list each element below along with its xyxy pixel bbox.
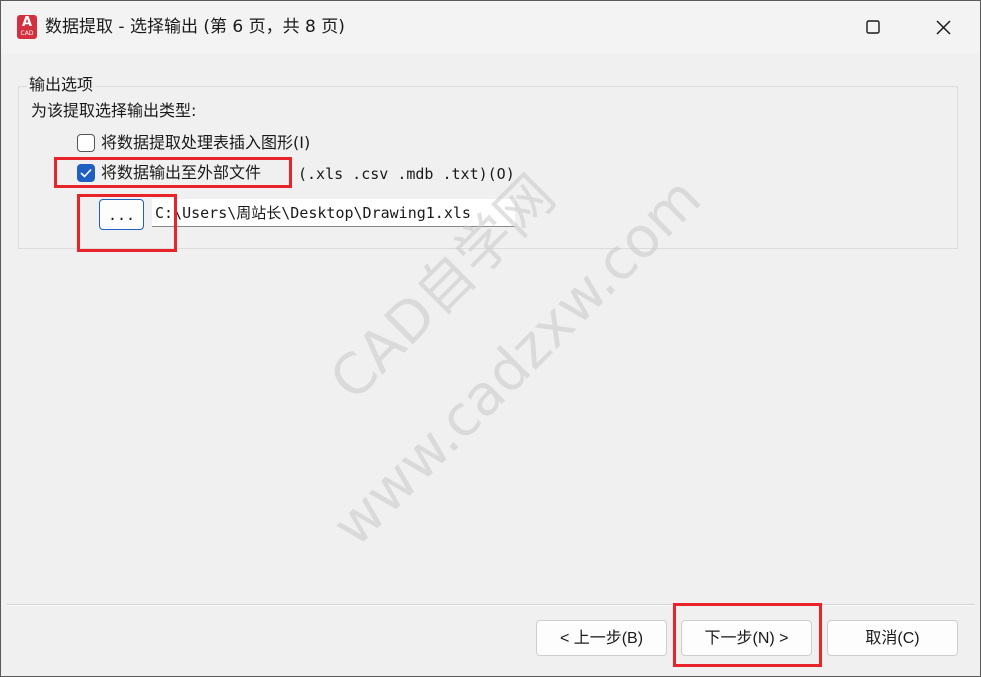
footer-separator: [7, 604, 975, 606]
title-bar[interactable]: A CAD 数据提取 - 选择输出 (第 6 页，共 8 页): [1, 1, 980, 53]
window-title: 数据提取 - 选择输出 (第 6 页，共 8 页): [45, 17, 345, 37]
external-file-extensions: (.xls .csv .mdb .txt)(O): [298, 165, 515, 183]
cancel-button[interactable]: 取消(C): [827, 620, 958, 656]
autocad-app-icon: A CAD: [17, 15, 37, 39]
output-type-prompt: 为该提取选择输出类型:: [31, 101, 197, 120]
maximize-button[interactable]: [850, 1, 896, 53]
close-button[interactable]: [920, 1, 966, 53]
file-path-input[interactable]: C:\Users\周站长\Desktop\Drawing1.xls: [152, 199, 515, 227]
output-options-title: 输出选项: [27, 74, 96, 96]
data-extraction-dialog: A CAD 数据提取 - 选择输出 (第 6 页，共 8 页) 输出选项 为该提…: [0, 0, 981, 677]
dialog-content: 输出选项 为该提取选择输出类型: 将数据提取处理表插入图形(I) 将数据输出至外…: [1, 53, 980, 676]
previous-button[interactable]: < 上一步(B): [536, 620, 667, 656]
insert-table-checkbox[interactable]: [77, 134, 95, 152]
highlight-next: [673, 603, 822, 667]
highlight-browse: [77, 194, 177, 252]
insert-table-label[interactable]: 将数据提取处理表插入图形(I): [101, 132, 310, 154]
highlight-external-file: [54, 157, 292, 188]
app-icon-sub: CAD: [20, 30, 34, 37]
maximize-icon: [866, 20, 880, 34]
close-icon: [936, 20, 951, 35]
app-icon-letter: A: [21, 15, 33, 30]
